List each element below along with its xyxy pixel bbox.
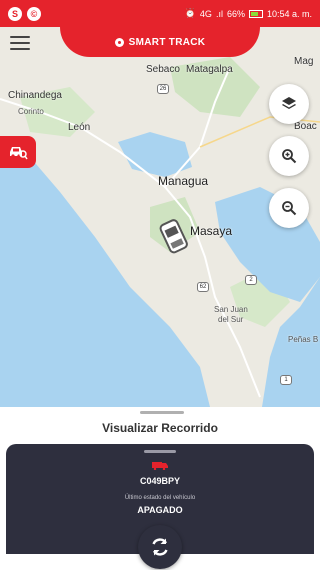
map-label-san-juan: San Juan xyxy=(214,305,248,314)
refresh-icon xyxy=(152,538,168,556)
vehicle-plate: C049BPY xyxy=(139,476,181,486)
map-label-mag: Mag xyxy=(294,56,314,67)
network-type: 4G xyxy=(199,8,212,19)
layers-icon xyxy=(282,97,296,109)
map-label-leon: León xyxy=(68,122,91,133)
map-label-boaco: Boac xyxy=(294,121,317,132)
menu-icon-bar xyxy=(10,42,30,44)
map-label-corinto: Corinto xyxy=(18,107,44,116)
app-title: SMART TRACK xyxy=(128,36,206,48)
truck-icon xyxy=(152,462,168,470)
zoom-out-icon xyxy=(282,201,297,216)
road-shield: 26 xyxy=(157,84,169,94)
refresh-button[interactable] xyxy=(138,525,182,569)
map-label-matagalpa: Matagalpa xyxy=(186,64,233,75)
notification-app-icon: S xyxy=(8,6,22,21)
map-layers-button[interactable] xyxy=(269,84,309,124)
signal-icon: .ıl xyxy=(215,8,223,19)
vehicle-status-value: APAGADO xyxy=(137,505,183,515)
map-label-del-sur: del Sur xyxy=(218,315,244,324)
map-label-sebaco: Sebaco xyxy=(146,64,180,75)
menu-button[interactable] xyxy=(10,36,30,50)
map-label-managua: Managua xyxy=(158,174,209,188)
clock: 10:54 a. m. xyxy=(266,8,312,19)
battery-icon xyxy=(248,9,263,18)
bottom-sheet: Visualizar Recorrido C049BPY Último esta… xyxy=(0,407,320,570)
road-shield: 2 xyxy=(245,275,257,285)
notification-app-icon-2: © xyxy=(27,6,41,21)
card-drag-handle[interactable] xyxy=(144,450,176,453)
vehicle-status-label: Último estado del vehículo xyxy=(124,495,196,501)
app-header: SMART TRACK xyxy=(60,27,260,57)
zoom-in-icon xyxy=(282,149,297,164)
sheet-drag-handle[interactable] xyxy=(140,411,184,414)
menu-icon-bar xyxy=(10,48,30,50)
vehicle-search-button[interactable] xyxy=(0,136,36,168)
alarm-icon: ⏰ xyxy=(184,8,196,18)
view-route-title[interactable]: Visualizar Recorrido xyxy=(0,421,320,435)
smart-track-logo-icon xyxy=(114,37,124,47)
car-search-icon xyxy=(10,147,28,160)
menu-icon-bar xyxy=(10,36,30,38)
road-shield: 1 xyxy=(280,375,292,385)
map-label-penas-blancas: Peñas B xyxy=(288,335,319,344)
status-right: ⏰ 4G .ıl 66% 10:54 a. m. xyxy=(185,8,312,19)
battery-level: 66% xyxy=(226,8,245,19)
status-bar: S © ⏰ 4G .ıl 66% 10:54 a. m. xyxy=(0,0,320,27)
road-shield: 62 xyxy=(197,282,209,292)
map-label-chinandega: Chinandega xyxy=(8,90,62,101)
map-label-masaya: Masaya xyxy=(190,224,233,238)
zoom-in-button[interactable] xyxy=(269,136,309,176)
zoom-out-button[interactable] xyxy=(269,188,309,228)
status-left: S © xyxy=(8,6,41,21)
